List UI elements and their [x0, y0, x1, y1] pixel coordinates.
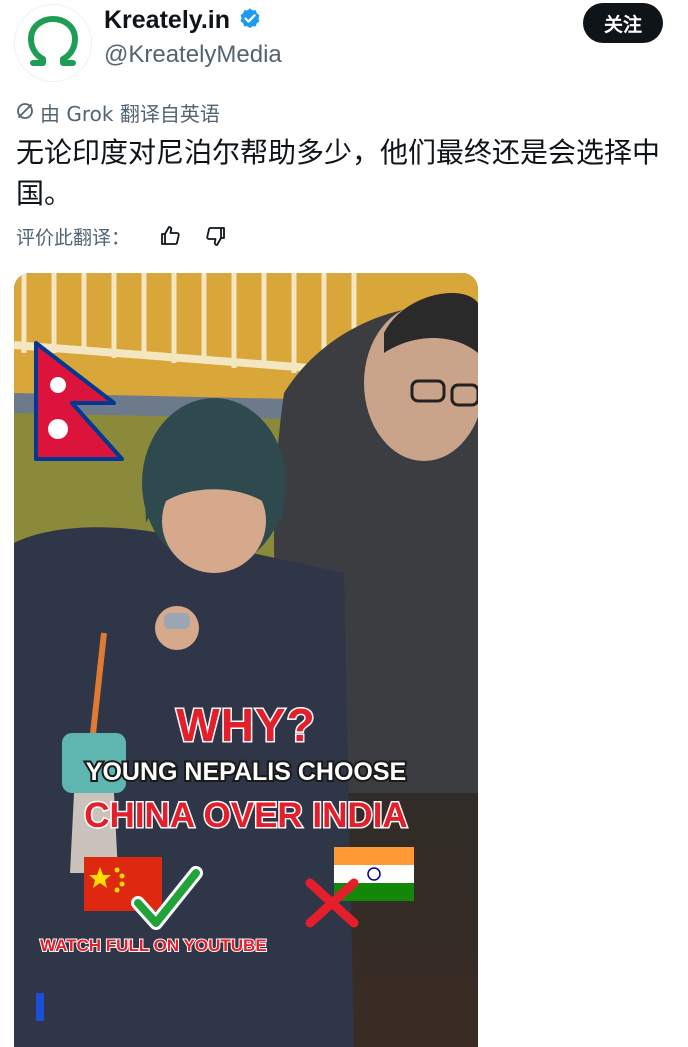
- overlay-headline: WHY?: [175, 698, 316, 753]
- video-scene: [14, 273, 478, 1047]
- overlay-line3: CHINA OVER INDIA: [83, 795, 409, 837]
- display-name[interactable]: Kreately.in: [104, 6, 230, 35]
- rate-translation-row: 评价此翻译：: [16, 220, 232, 252]
- name-row: Kreately.in: [104, 6, 262, 35]
- translation-note[interactable]: 由 Grok 翻译自英语: [16, 98, 220, 127]
- overlay-subline: YOUNG NEPALIS CHOOSE: [84, 756, 408, 788]
- tweet-text: 无论印度对尼泊尔帮助多少，他们最终还是会选择中国。: [16, 136, 661, 210]
- handle[interactable]: @KreatelyMedia: [104, 41, 282, 69]
- verified-badge-icon: [238, 7, 262, 35]
- thumbs-down-button[interactable]: [200, 220, 232, 252]
- overlay-cta: WATCH FULL ON YOUTUBE: [39, 935, 268, 956]
- china-flag-icon: [84, 857, 162, 911]
- rate-translation-label: 评价此翻译：: [16, 226, 131, 249]
- thumbs-up-icon: [161, 226, 180, 245]
- grok-icon: [16, 101, 34, 125]
- translation-note-text: 由 Grok 翻译自英语: [40, 102, 220, 126]
- kreately-logo-icon: [28, 16, 78, 66]
- avatar[interactable]: [14, 4, 92, 82]
- tweet-header: Kreately.in @KreatelyMedia 关注: [0, 0, 688, 90]
- follow-button[interactable]: 关注: [583, 3, 663, 43]
- video-thumbnail[interactable]: WHY? YOUNG NEPALIS CHOOSE CHINA OVER IND…: [14, 273, 478, 1047]
- thumbs-down-icon: [206, 227, 225, 246]
- thumbs-up-button[interactable]: [154, 220, 186, 252]
